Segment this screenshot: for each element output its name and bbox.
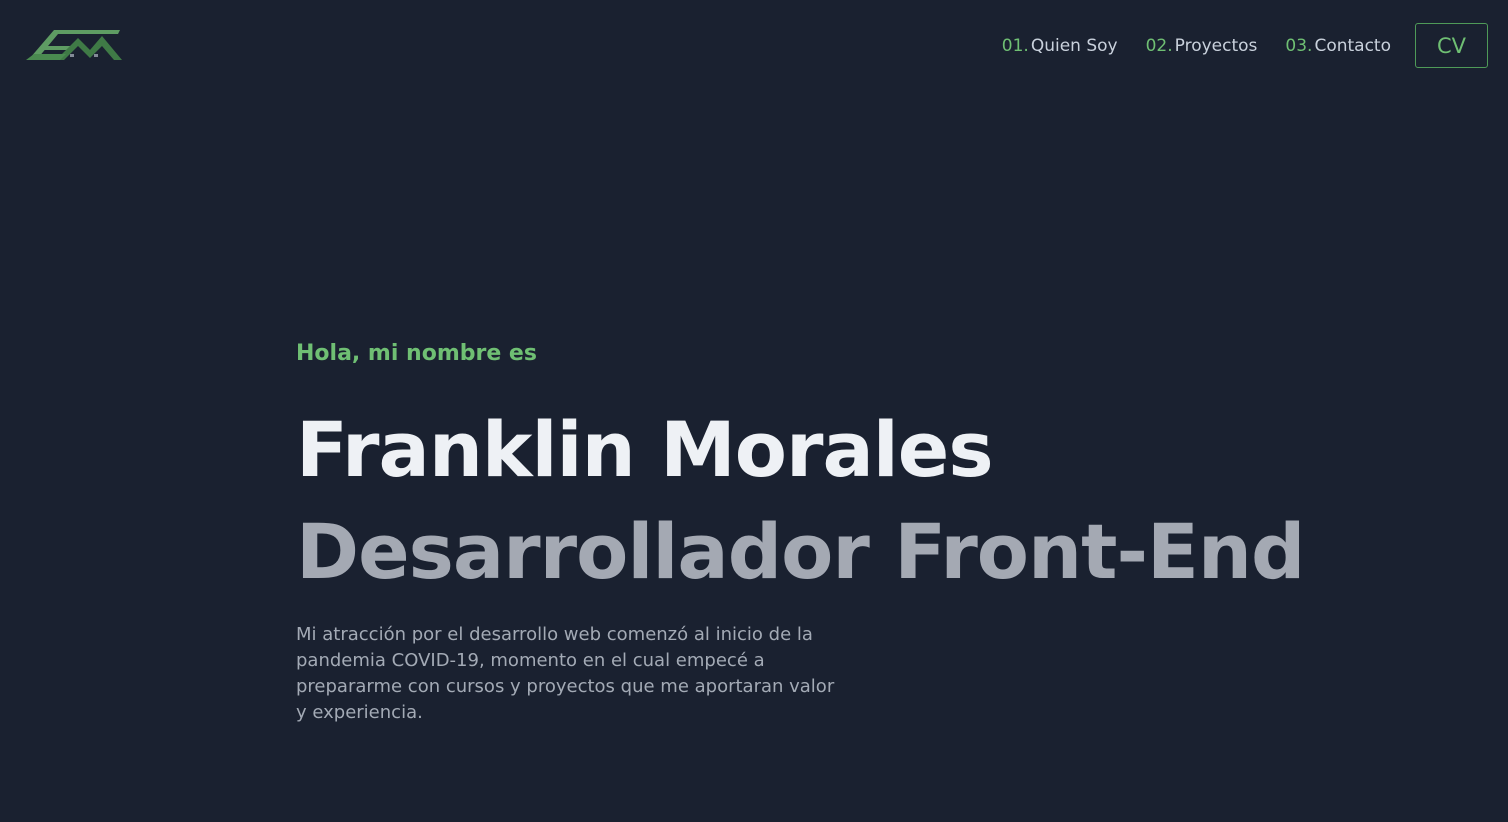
hero-role: Desarrollador Front-End [296, 507, 1305, 596]
nav-item-proyectos[interactable]: 02. Proyectos [1146, 36, 1258, 56]
nav-item-contacto[interactable]: 03. Contacto [1285, 36, 1391, 56]
nav-item-quien-soy[interactable]: 01. Quien Soy [1002, 36, 1118, 56]
hero-section: Hola, mi nombre es Franklin Morales Desa… [296, 338, 1305, 726]
logo-icon[interactable] [26, 24, 122, 64]
nav-item-number: 03. [1285, 35, 1313, 56]
hero-greeting: Hola, mi nombre es [296, 341, 537, 366]
cv-button[interactable]: CV [1415, 23, 1488, 68]
hero-bio: Mi atracción por el desarrollo web comen… [296, 624, 835, 723]
nav-item-number: 02. [1145, 35, 1173, 56]
nav-item-number: 01. [1001, 35, 1029, 56]
page: 01. Quien Soy 02. Proyectos 03. Contacto… [0, 0, 1508, 822]
main-nav: 01. Quien Soy 02. Proyectos 03. Contacto… [1002, 22, 1488, 69]
nav-item-label: Quien Soy [1030, 35, 1118, 56]
hero-name: Franklin Morales [296, 405, 994, 494]
nav-item-label: Proyectos [1174, 35, 1258, 56]
nav-item-label: Contacto [1314, 35, 1391, 56]
